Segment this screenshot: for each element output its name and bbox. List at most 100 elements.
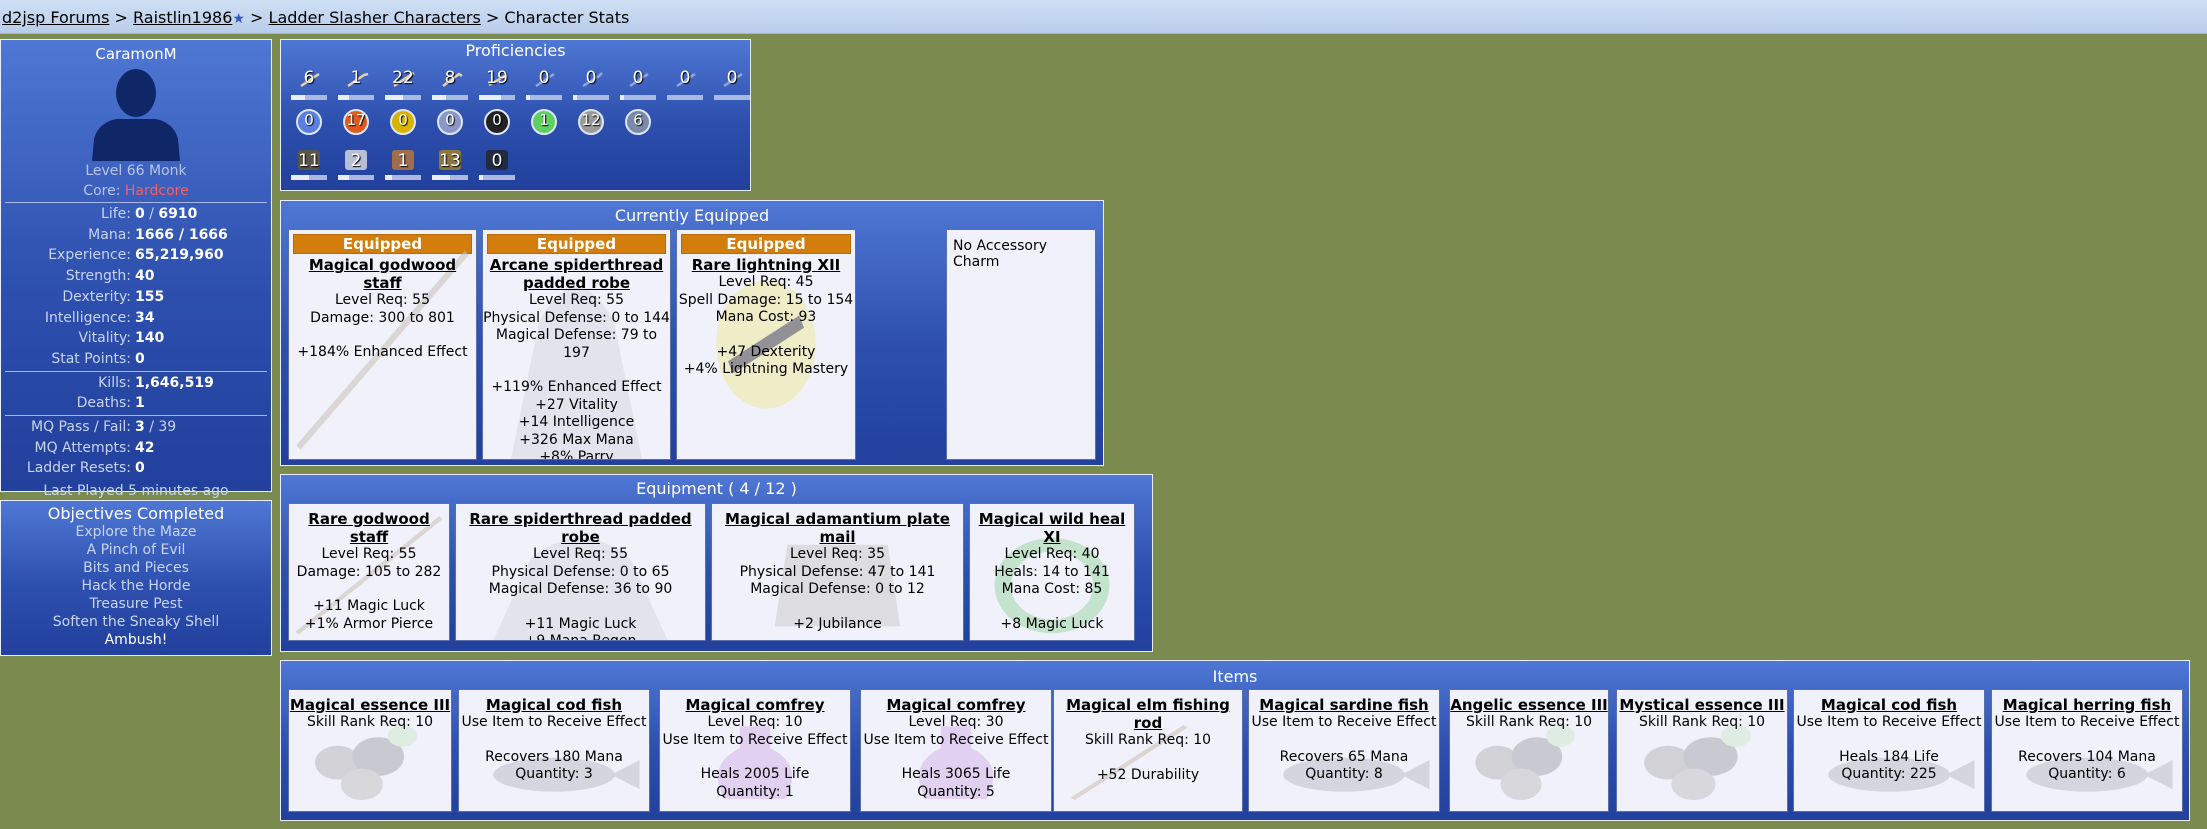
item-name[interactable]: Rare spiderthread padded robe [456,510,705,546]
magical-elm-fishing-rod-card[interactable]: Magical elm fishing rod Skill Rank Req: 1… [1053,689,1243,812]
element-proficiency-slot[interactable]: 12 [571,108,611,138]
proficiency-progress-fill [432,95,447,100]
core-line: Core: Hardcore [1,181,271,201]
magical-herring-fish-card[interactable]: Magical herring fish Use Item to Receive … [1991,689,2183,812]
rare-lightning-xii-card[interactable]: Equipped Rare lightning XII Level Req: 45 S… [676,229,856,460]
stat-label: Intelligence: [44,309,131,326]
element-proficiency-value: 6 [633,111,643,129]
stat-label: Life: [101,206,131,222]
item-attribute: Magical Defense: 36 to 90 [488,581,673,597]
rare-spiderthread-padded-robe-card[interactable]: Rare spiderthread padded robe Level Req: … [455,503,706,641]
item-attribute: +326 Max Mana [519,431,634,448]
element-proficiency-slot[interactable]: 0 [430,108,470,138]
item-name[interactable]: Rare lightning XII [677,256,855,274]
magical-cod-fish-card[interactable]: Magical cod fish Use Item to Receive Effe… [458,689,650,812]
item-name[interactable]: Magical adamantium plate mail [712,510,963,546]
arcane-spiderthread-padded-robe-card[interactable]: Equipped Arcane spiderthread padded robe L… [482,229,671,460]
item-attribute: Use Item to Receive Effect [1994,714,2180,730]
proficiency-progress-bar [479,175,515,180]
proficiency-slot[interactable]: 0 [665,68,705,100]
item-name[interactable]: Rare godwood staff [289,510,449,546]
angelic-essence-iii-card[interactable]: Angelic essence III Skill Rank Req: 10 [1449,689,1609,812]
proficiency-value: 19 [486,68,508,88]
proficiency-value: 22 [392,68,414,88]
mystical-essence-iii-card[interactable]: Mystical essence III Skill Rank Req: 10 [1616,689,1788,812]
objective-item: Explore the Maze [75,524,197,540]
proficiency-slot[interactable]: 11 [289,148,329,180]
magical-wild-heal-xi-card[interactable]: Magical wild heal XI Level Req: 40 Heals: … [969,503,1135,641]
item-name[interactable]: Angelic essence III [1450,696,1608,714]
proficiency-slot[interactable]: 2 [336,148,376,180]
rare-godwood-staff-card[interactable]: Rare godwood staff Level Req: 55 Damage: 1… [288,503,450,641]
proficiency-progress-fill [479,95,501,100]
item-name[interactable]: Magical herring fish [1992,696,2182,714]
item-name[interactable]: Magical comfrey [861,696,1051,714]
proficiency-progress-bar [385,175,421,180]
proficiency-slot[interactable]: 8 [430,68,470,100]
item-name[interactable]: Mystical essence III [1617,696,1787,714]
proficiency-slot[interactable]: 0 [712,68,752,100]
magical-comfrey-card[interactable]: Magical comfrey Level Req: 30 Use Item to … [860,689,1052,812]
proficiency-slot[interactable]: 0 [571,68,611,100]
stat-mq-pass-fail: MQ Pass / Fail: 3 / 39 [1,417,271,438]
item-attribute: Level Req: 55 [529,292,624,308]
item-name[interactable]: Magical godwood staff [289,256,476,292]
proficiency-slot[interactable]: 19 [477,68,517,100]
item-name[interactable]: Magical elm fishing rod [1054,696,1242,732]
proficiency-progress-bar [667,95,703,100]
element-proficiency-slot[interactable]: 1 [524,108,564,138]
items-title: Items [1212,667,1258,686]
magical-cod-fish-card[interactable]: Magical cod fish Use Item to Receive Effe… [1793,689,1985,812]
mq-pass: 3 [135,419,145,436]
proficiency-slot[interactable]: 6 [289,68,329,100]
stat-value: 1 [135,395,145,412]
element-proficiency-value: 17 [346,111,366,129]
element-proficiency-slot[interactable]: 6 [618,108,658,138]
stat-deaths: Deaths: 1 [1,393,271,414]
item-name[interactable]: Magical wild heal XI [970,510,1134,546]
item-attribute: +4% Lightning Mastery [683,361,849,377]
element-proficiency-slot[interactable]: 0 [289,108,329,138]
item-name[interactable]: Magical essence III [289,696,451,714]
proficiency-slot[interactable]: 22 [383,68,423,100]
no-accessory-charm-slot[interactable]: No Accessory Charm [946,229,1096,460]
element-proficiency-slot[interactable]: 0 [477,108,517,138]
proficiency-value: 0 [679,68,691,88]
proficiency-progress-fill [526,95,530,100]
stat-label: MQ Pass / Fail: [31,419,131,436]
proficiency-progress-bar [620,95,656,100]
item-attribute: Quantity: 6 [2048,766,2126,782]
proficiency-slot[interactable]: 0 [618,68,658,100]
breadcrumb: d2jsp Forums > Raistlin1986★ > Ladder Sl… [0,0,2207,34]
element-proficiency-slot[interactable]: 17 [336,108,376,138]
item-attribute: Heals 184 Life [1839,748,1939,765]
magical-sardine-fish-card[interactable]: Magical sardine fish Use Item to Receive … [1248,689,1440,812]
stat-value: 34 [135,309,155,326]
item-attribute: Heals: 14 to 141 [994,563,1110,580]
proficiency-slot[interactable]: 13 [430,148,470,180]
item-attribute: +27 Vitality [535,396,618,413]
magical-adamantium-plate-mail-card[interactable]: Magical adamantium plate mail Level Req: … [711,503,964,641]
breadcrumb-section-link[interactable]: Ladder Slasher Characters [269,8,481,27]
item-attribute: Level Req: 10 [707,714,803,730]
stat-value: 1,646,519 [135,374,214,391]
proficiency-slot[interactable]: 0 [477,148,517,180]
stat-label: Vitality: [78,330,131,347]
item-name[interactable]: Magical cod fish [1794,696,1984,714]
item-name[interactable]: Magical comfrey [660,696,850,714]
item-attribute: Spell Damage: 15 to 154 [678,291,854,308]
breadcrumb-user-link[interactable]: Raistlin1986 [133,8,232,27]
proficiency-progress-bar [526,95,562,100]
proficiency-slot[interactable]: 1 [383,148,423,180]
proficiency-value: 1 [397,151,409,171]
item-name[interactable]: Magical sardine fish [1249,696,1439,714]
proficiency-slot[interactable]: 1 [336,68,376,100]
item-name[interactable]: Magical cod fish [459,696,649,714]
element-proficiency-slot[interactable]: 0 [383,108,423,138]
item-name[interactable]: Arcane spiderthread padded robe [483,256,670,292]
proficiency-slot[interactable]: 0 [524,68,564,100]
breadcrumb-forums-link[interactable]: d2jsp Forums [2,8,109,27]
magical-godwood-staff-card[interactable]: Equipped Magical godwood staff Level Req: … [288,229,477,460]
magical-comfrey-card[interactable]: Magical comfrey Level Req: 10 Use Item to … [659,689,851,812]
magical-essence-iii-card[interactable]: Magical essence III Skill Rank Req: 10 [288,689,452,812]
